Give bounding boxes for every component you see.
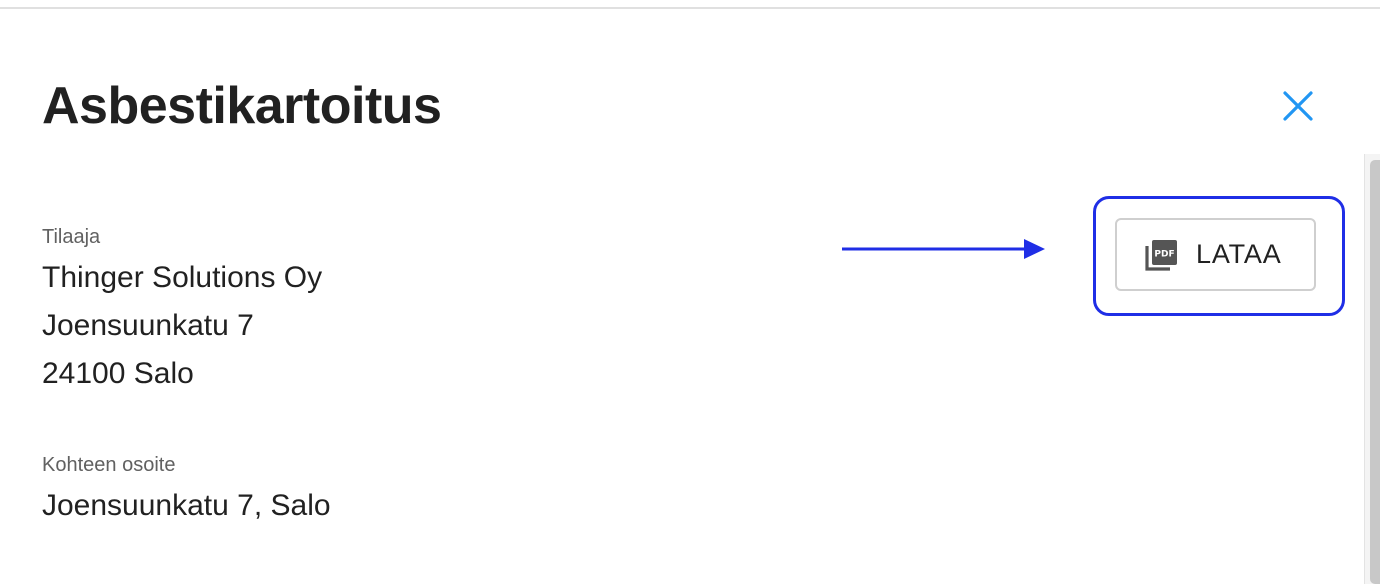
- close-button[interactable]: [1276, 84, 1320, 128]
- download-pdf-button[interactable]: PDF LATAA: [1115, 218, 1316, 291]
- pdf-icon: PDF: [1143, 237, 1179, 273]
- orderer-street: Joensuunkatu 7: [42, 309, 254, 342]
- annotation-arrow: [842, 239, 1045, 259]
- orderer-postal-city: 24100 Salo: [42, 357, 194, 390]
- orderer-label: Tilaaja: [42, 226, 101, 248]
- download-button-label: LATAA: [1196, 239, 1282, 269]
- svg-text:PDF: PDF: [1154, 249, 1174, 259]
- scrollbar-thumb[interactable]: [1370, 160, 1380, 584]
- page-title: Asbestikartoitus: [42, 77, 442, 135]
- target-address-label: Kohteen osoite: [42, 454, 176, 476]
- top-divider: [0, 0, 1380, 9]
- close-icon: [1283, 91, 1313, 121]
- target-address-value: Joensuunkatu 7, Salo: [42, 489, 331, 522]
- orderer-company: Thinger Solutions Oy: [42, 261, 323, 294]
